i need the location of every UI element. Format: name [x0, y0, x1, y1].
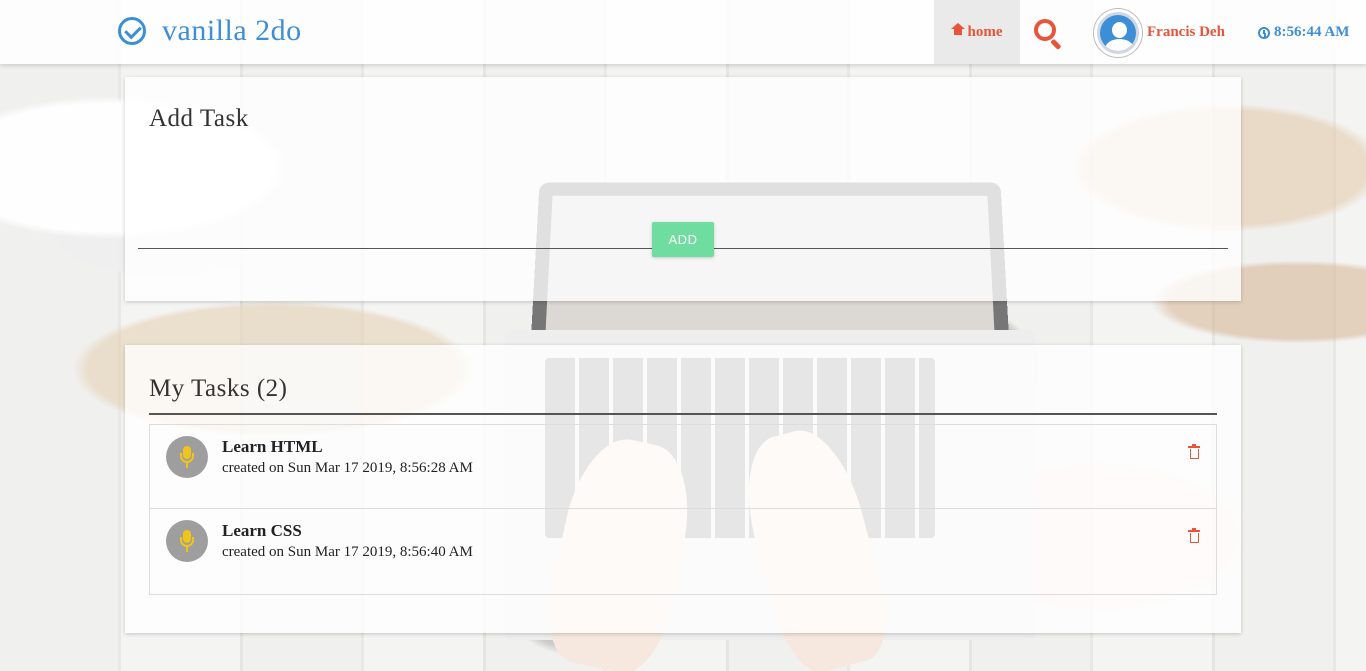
task-title: Learn HTML — [222, 437, 323, 456]
brand[interactable]: vanilla 2do — [118, 14, 302, 48]
nav-home-label: home — [967, 23, 1003, 40]
heading-divider — [149, 413, 1217, 415]
my-tasks-card: My Tasks (2) Learn HTML created on Sun M… — [125, 345, 1241, 633]
task-title: Learn CSS — [222, 521, 302, 540]
microphone-icon[interactable] — [166, 520, 208, 562]
check-circle-icon — [118, 17, 146, 45]
add-task-button[interactable]: ADD — [652, 222, 714, 257]
task-list: Learn HTML created on Sun Mar 17 2019, 8… — [149, 424, 1217, 595]
home-icon — [950, 22, 965, 38]
nav-home-link[interactable]: home — [934, 0, 1020, 64]
top-navbar: vanilla 2do home Francis Deh 8:56:44 AM — [0, 0, 1366, 64]
microphone-icon[interactable] — [166, 436, 208, 478]
app-title: vanilla 2do — [162, 14, 302, 47]
task-created-date: created on Sun Mar 17 2019, 8:56:40 AM — [222, 544, 473, 560]
search-icon — [1034, 19, 1056, 41]
clock-time: 8:56:44 AM — [1274, 24, 1350, 40]
search-button[interactable] — [1030, 16, 1066, 52]
add-task-card: Add Task ADD — [125, 77, 1241, 301]
add-task-heading: Add Task — [149, 105, 249, 132]
list-item: Learn HTML created on Sun Mar 17 2019, 8… — [150, 425, 1216, 509]
avatar[interactable] — [1094, 9, 1142, 57]
task-created-date: created on Sun Mar 17 2019, 8:56:28 AM — [222, 460, 473, 476]
user-name[interactable]: Francis Deh — [1147, 24, 1225, 41]
clock-icon — [1258, 26, 1270, 39]
trash-icon[interactable] — [1188, 444, 1200, 459]
trash-icon[interactable] — [1188, 528, 1200, 543]
clock: 8:56:44 AM — [1258, 24, 1349, 41]
list-item: Learn CSS created on Sun Mar 17 2019, 8:… — [150, 509, 1216, 594]
my-tasks-heading: My Tasks (2) — [149, 375, 288, 402]
